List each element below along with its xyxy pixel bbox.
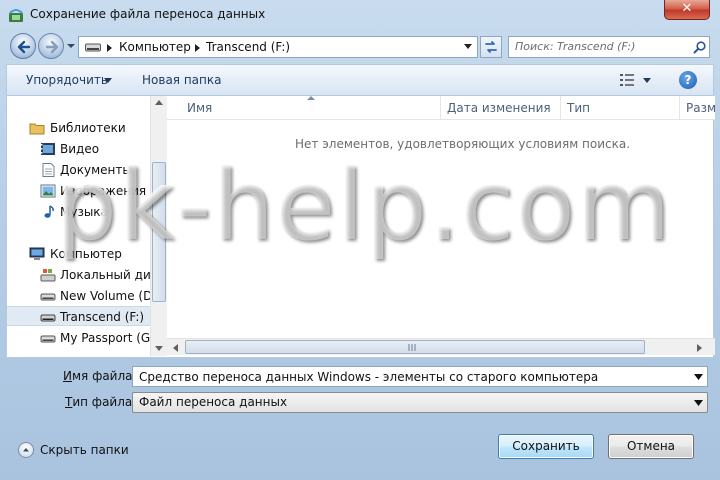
- filename-dropdown-icon[interactable]: [694, 374, 703, 380]
- scroll-right-icon[interactable]: [697, 344, 702, 352]
- back-button[interactable]: [10, 33, 36, 59]
- drive-icon: [40, 293, 56, 301]
- nav-label: My Passport (G:): [60, 331, 159, 345]
- nav-item-my-passport[interactable]: My Passport (G:): [7, 328, 159, 348]
- system-drive-icon: [40, 269, 56, 282]
- refresh-icon: [485, 41, 497, 53]
- column-separator[interactable]: [679, 96, 680, 120]
- address-dropdown-icon[interactable]: [463, 44, 473, 50]
- sort-ascending-icon: [307, 96, 315, 100]
- breadcrumb-separator-icon[interactable]: [107, 44, 112, 52]
- arrow-right-icon: [45, 40, 59, 54]
- column-date-modified[interactable]: Дата изменения: [447, 101, 551, 115]
- column-size[interactable]: Разм: [686, 101, 716, 115]
- breadcrumb-transcend[interactable]: Transcend (F:): [206, 40, 290, 54]
- scroll-down-icon[interactable]: [155, 346, 163, 351]
- drive-icon: [85, 43, 101, 52]
- column-name[interactable]: Имя: [187, 101, 212, 115]
- search-icon[interactable]: [693, 41, 706, 54]
- column-separator[interactable]: [560, 96, 561, 120]
- dialog-window: Сохранение файла переноса данных ✕ Компь…: [0, 0, 720, 480]
- search-input[interactable]: Поиск: Transcend (F:): [515, 40, 635, 53]
- nav-label: New Volume (D:): [60, 289, 162, 303]
- forward-button[interactable]: [38, 33, 64, 59]
- column-header-row: Имя Дата изменения Тип Разм: [167, 96, 716, 120]
- column-type[interactable]: Тип: [567, 101, 590, 115]
- organize-dropdown-icon[interactable]: [104, 78, 112, 83]
- empty-folder-message: Нет элементов, удовлетворяющих условиям …: [295, 137, 631, 151]
- filename-field[interactable]: [132, 366, 708, 387]
- scroll-up-icon[interactable]: [155, 100, 163, 105]
- filetype-select[interactable]: Файл переноса данных: [132, 392, 708, 413]
- view-options-icon[interactable]: [619, 73, 635, 87]
- close-button[interactable]: ✕: [664, 0, 710, 20]
- new-folder-button[interactable]: Новая папка: [142, 73, 221, 87]
- cancel-button[interactable]: Отмена: [608, 434, 694, 459]
- title-bar: Сохранение файла переноса данных ✕: [0, 0, 720, 30]
- search-box[interactable]: Поиск: Transcend (F:): [508, 36, 710, 58]
- recent-pages-dropdown-icon[interactable]: [66, 42, 76, 50]
- migration-app-icon: [9, 9, 23, 22]
- nav-item-local-disk[interactable]: Локальный диск: [7, 265, 165, 285]
- pictures-icon: [40, 184, 56, 198]
- view-dropdown-icon[interactable]: [643, 78, 651, 83]
- help-icon[interactable]: ?: [679, 71, 697, 89]
- nav-item-transcend[interactable]: Transcend (F:): [7, 306, 151, 326]
- command-bar: Упорядочить Новая папка ?: [6, 64, 714, 96]
- nav-label: Transcend (F:): [60, 310, 145, 324]
- filetype-value: Файл переноса данных: [139, 395, 288, 409]
- scroll-grip-icon: [408, 344, 416, 351]
- organize-button[interactable]: Упорядочить: [26, 73, 108, 87]
- filename-label: Имя файла:: [63, 369, 137, 383]
- hide-folders-label: Скрыть папки: [40, 443, 129, 457]
- nav-label: Локальный диск: [60, 268, 165, 282]
- refresh-button[interactable]: [480, 36, 502, 58]
- arrow-left-icon: [17, 40, 31, 54]
- video-icon: [41, 143, 55, 155]
- documents-icon: [42, 163, 55, 177]
- watermark-text: pk-help.com: [56, 150, 673, 262]
- hide-folders-toggle[interactable]: Скрыть папки: [18, 440, 138, 460]
- libraries-folder-icon: [29, 123, 45, 135]
- save-button[interactable]: Сохранить: [498, 434, 594, 459]
- chevron-up-icon: [18, 442, 34, 458]
- scroll-thumb[interactable]: [185, 340, 645, 354]
- computer-icon: [29, 247, 45, 260]
- filetype-dropdown-icon[interactable]: [694, 400, 703, 406]
- nav-label: Библиотеки: [50, 121, 126, 135]
- file-list-horizontal-scrollbar[interactable]: [167, 338, 715, 355]
- drive-icon: [40, 335, 56, 343]
- breadcrumb-computer[interactable]: Компьютер: [119, 40, 191, 54]
- removable-drive-icon: [40, 314, 56, 322]
- nav-item-libraries[interactable]: Библиотеки: [7, 118, 151, 138]
- music-icon: [44, 205, 54, 218]
- filetype-label: Тип файла:: [65, 395, 137, 409]
- nav-item-new-volume[interactable]: New Volume (D:): [7, 286, 161, 306]
- scroll-left-icon[interactable]: [173, 344, 178, 352]
- window-title: Сохранение файла переноса данных: [30, 7, 266, 21]
- breadcrumb-separator-icon[interactable]: [195, 44, 200, 52]
- filename-input[interactable]: [133, 367, 689, 386]
- column-separator[interactable]: [440, 96, 441, 120]
- address-bar[interactable]: Компьютер Transcend (F:): [78, 36, 478, 58]
